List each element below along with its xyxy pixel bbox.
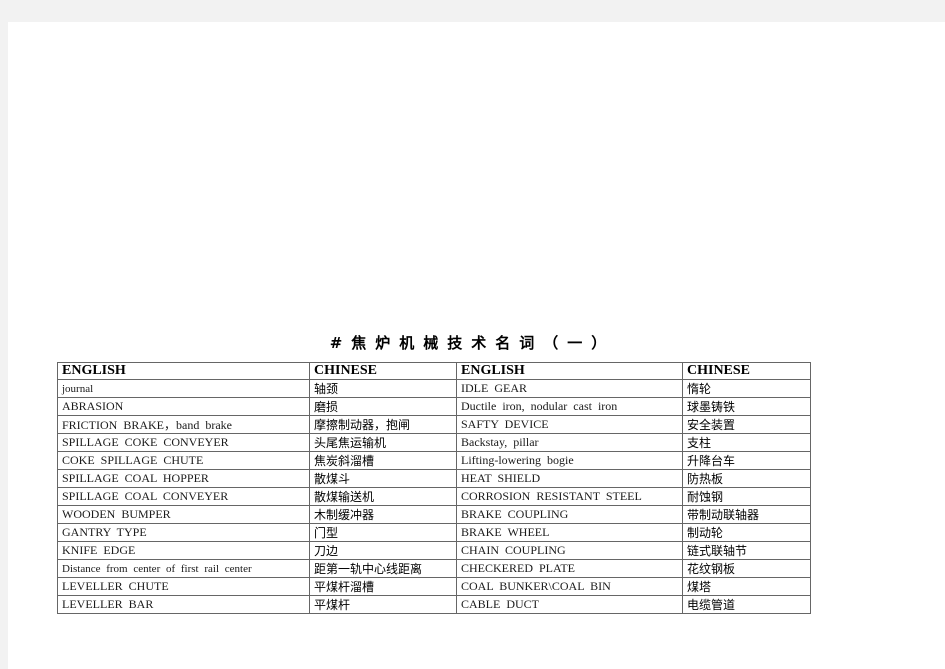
table-row: GANTRY TYPE 门型 BRAKE WHEEL 制动轮 xyxy=(57,523,811,542)
chinese-term: 平煤杆溜槽 xyxy=(309,577,457,596)
chinese-term: 刀边 xyxy=(309,541,457,560)
english-term: BRAKE WHEEL xyxy=(456,523,683,542)
document-title: #焦炉机械技术名词（一） xyxy=(329,334,616,352)
header-english-1: ENGLISH xyxy=(57,362,310,380)
table-row: ABRASION 磨损 Ductile iron, nodular cast iro… xyxy=(57,397,811,416)
english-term: COKE SPILLAGE CHUTE xyxy=(57,451,310,470)
table-row: WOODEN BUMPER 木制缓冲器 BRAKE COUPLING 带制动联轴器 xyxy=(57,505,811,524)
chinese-term: 轴颈 xyxy=(309,379,457,398)
chinese-term: 头尾焦运输机 xyxy=(309,433,457,452)
chinese-term: 球墨铸铁 xyxy=(682,397,811,416)
table-row: SPILLAGE COAL HOPPER 散煤斗 HEAT SHIELD 防热板 xyxy=(57,469,811,488)
english-term: Distance from center of first rail cente… xyxy=(57,559,310,578)
english-term: HEAT SHIELD xyxy=(456,469,683,488)
table-row: LEVELLER CHUTE 平煤杆溜槽 COAL BUNKER\COAL BIN 煤… xyxy=(57,577,811,596)
table-body: journal 轴颈 IDLE GEAR 惰轮 ABRASION 磨损 Ductile ir… xyxy=(57,379,811,614)
table-row: Distance from center of first rail cente… xyxy=(57,559,811,578)
chinese-term: 防热板 xyxy=(682,469,811,488)
chinese-term: 散煤输送机 xyxy=(309,487,457,506)
english-term: WOODEN BUMPER xyxy=(57,505,310,524)
english-term: SPILLAGE COAL HOPPER xyxy=(57,469,310,488)
chinese-term: 支柱 xyxy=(682,433,811,452)
chinese-term: 链式联轴节 xyxy=(682,541,811,560)
table-row: SPILLAGE COAL CONVEYER 散煤输送机 CORROSION RES… xyxy=(57,487,811,506)
chinese-term: 木制缓冲器 xyxy=(309,505,457,524)
english-term: journal xyxy=(57,379,310,398)
chinese-term: 磨损 xyxy=(309,397,457,416)
chinese-term: 距第一轨中心线距离 xyxy=(309,559,457,578)
chinese-term: 摩擦制动器，抱闸 xyxy=(309,415,457,434)
chinese-term: 制动轮 xyxy=(682,523,811,542)
english-term: SPILLAGE COKE CONVEYER xyxy=(57,433,310,452)
table-row: LEVELLER BAR 平煤杆 CABLE DUCT 电缆管道 xyxy=(57,595,811,614)
chinese-term: 焦炭斜溜槽 xyxy=(309,451,457,470)
english-term: COAL BUNKER\COAL BIN xyxy=(456,577,683,596)
table-row: COKE SPILLAGE CHUTE 焦炭斜溜槽 Lifting-lowering… xyxy=(57,451,811,470)
english-term: LEVELLER CHUTE xyxy=(57,577,310,596)
english-term: LEVELLER BAR xyxy=(57,595,310,614)
english-term: CABLE DUCT xyxy=(456,595,683,614)
english-term: CORROSION RESISTANT STEEL xyxy=(456,487,683,506)
english-term: Ductile iron, nodular cast iron xyxy=(456,397,683,416)
english-term: IDLE GEAR xyxy=(456,379,683,398)
english-term: Lifting-lowering bogie xyxy=(456,451,683,470)
english-term: BRAKE COUPLING xyxy=(456,505,683,524)
english-term: FRICTION BRAKE，band brake xyxy=(57,415,310,434)
header-english-2: ENGLISH xyxy=(456,362,683,380)
chinese-term: 安全装置 xyxy=(682,415,811,434)
chinese-term: 门型 xyxy=(309,523,457,542)
chinese-term: 平煤杆 xyxy=(309,595,457,614)
table-row: SPILLAGE COKE CONVEYER 头尾焦运输机 Backstay, pi… xyxy=(57,433,811,452)
table-row: journal 轴颈 IDLE GEAR 惰轮 xyxy=(57,379,811,398)
header-chinese-2: CHINESE xyxy=(682,362,811,380)
chinese-term: 散煤斗 xyxy=(309,469,457,488)
english-term: KNIFE EDGE xyxy=(57,541,310,560)
chinese-term: 煤塔 xyxy=(682,577,811,596)
english-term: GANTRY TYPE xyxy=(57,523,310,542)
header-chinese-1: CHINESE xyxy=(309,362,457,380)
table-row: FRICTION BRAKE，band brake 摩擦制动器，抱闸 SAFTY D… xyxy=(57,415,811,434)
chinese-term: 升降台车 xyxy=(682,451,811,470)
chinese-term: 电缆管道 xyxy=(682,595,811,614)
english-term: Backstay, pillar xyxy=(456,433,683,452)
english-term: ABRASION xyxy=(57,397,310,416)
table-header-row: ENGLISH CHINESE ENGLISH CHINESE xyxy=(57,362,811,380)
english-term: CHECKERED PLATE xyxy=(456,559,683,578)
chinese-term: 惰轮 xyxy=(682,379,811,398)
table-row: KNIFE EDGE 刀边 CHAIN COUPLING 链式联轴节 xyxy=(57,541,811,560)
chinese-term: 花纹钢板 xyxy=(682,559,811,578)
chinese-term: 带制动联轴器 xyxy=(682,505,811,524)
english-term: SPILLAGE COAL CONVEYER xyxy=(57,487,310,506)
english-term: CHAIN COUPLING xyxy=(456,541,683,560)
glossary-table: ENGLISH CHINESE ENGLISH CHINESE journal 轴… xyxy=(57,362,811,614)
chinese-term: 耐蚀钢 xyxy=(682,487,811,506)
english-term: SAFTY DEVICE xyxy=(456,415,683,434)
